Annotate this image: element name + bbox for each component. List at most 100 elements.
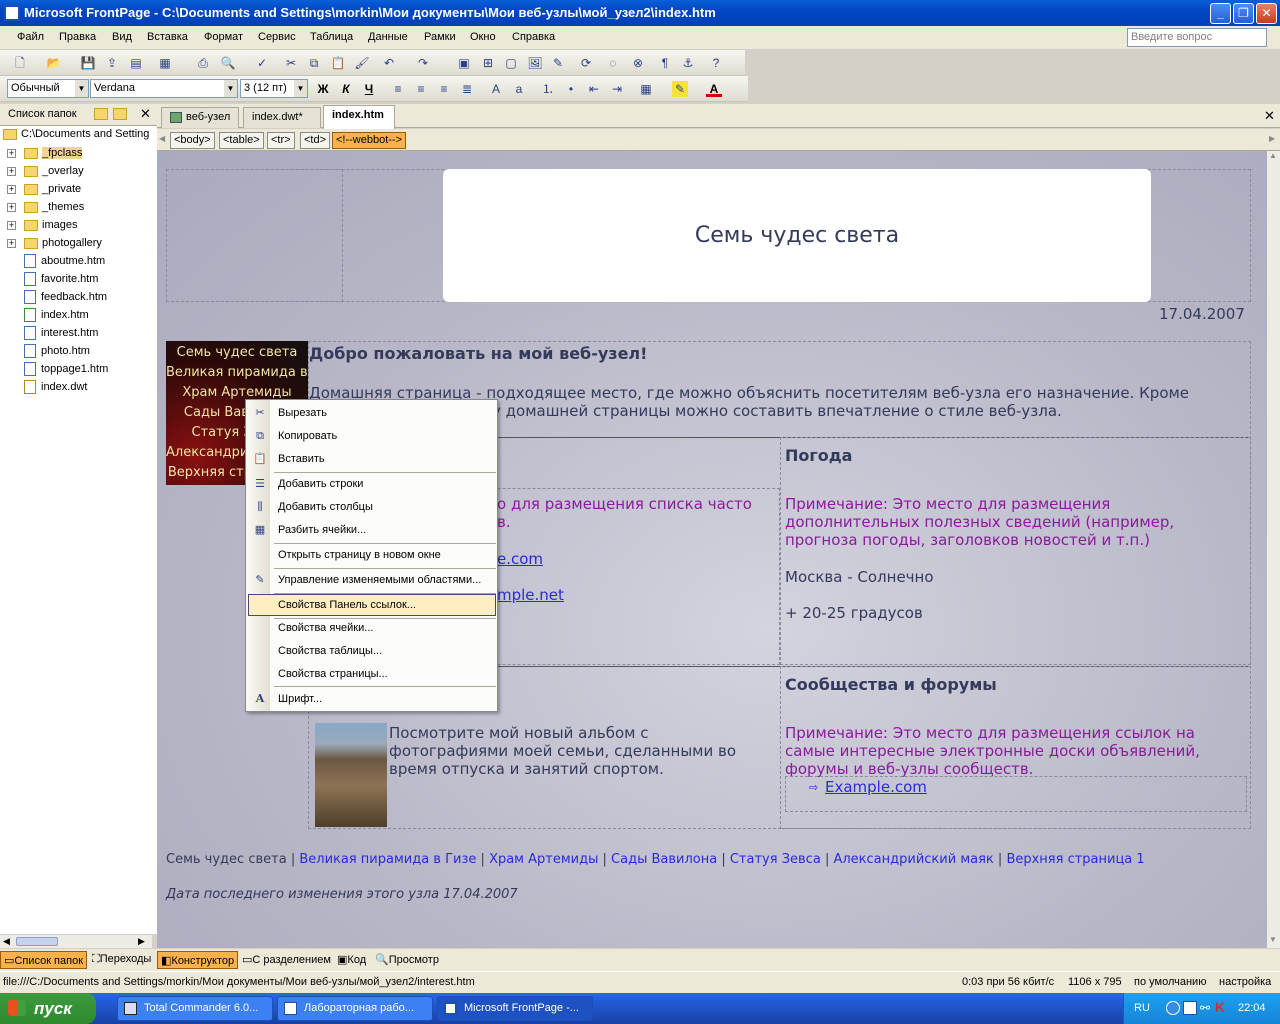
tree-folder-photogallery[interactable]: + photogallery (0, 235, 157, 253)
menu-page-properties[interactable]: Свойства страницы... (248, 663, 496, 685)
spelling-icon[interactable]: ✓ (254, 55, 270, 71)
status-custom[interactable]: настройка (1219, 976, 1271, 988)
tag-scroll-left-icon[interactable]: ◀ (159, 134, 165, 143)
size-combo[interactable]: 3 (12 пт) ▼ (240, 79, 308, 98)
tab-index-htm[interactable]: index.htm (323, 105, 395, 129)
menu-edit[interactable]: Правка (59, 31, 96, 43)
tree-folder-themes[interactable]: + _themes (0, 199, 157, 217)
nav-item[interactable]: Храм Артемиды (166, 385, 308, 400)
tree-file-index[interactable]: index.htm (0, 307, 89, 325)
tree-folder-images[interactable]: + images (0, 217, 157, 235)
menu-help[interactable]: Справка (512, 31, 555, 43)
open-icon[interactable]: 📂 (46, 55, 62, 71)
tag-td[interactable]: <td> (300, 132, 331, 149)
minimize-button[interactable]: _ (1210, 3, 1231, 24)
menu-cell-properties[interactable]: Свойства ячейки... (248, 617, 496, 639)
status-resolution[interactable]: 1106 x 795 (1068, 976, 1122, 988)
menu-format[interactable]: Формат (204, 31, 243, 43)
publish-icon[interactable]: ⇪ (104, 55, 120, 71)
tray-media-icon[interactable] (1183, 1001, 1197, 1015)
refresh-icon[interactable]: ⟳ (578, 55, 594, 71)
new-folder-icon[interactable] (94, 108, 108, 120)
menu-table-properties[interactable]: Свойства таблицы... (248, 640, 496, 662)
close-button[interactable]: ✕ (1256, 3, 1277, 24)
scroll-left-icon[interactable]: ◀ (3, 936, 10, 947)
tab-index-dwt[interactable]: index.dwt* (243, 107, 321, 128)
close-file-icon[interactable]: ⊗ (630, 55, 646, 71)
footer-nav-link[interactable]: Храм Артемиды (489, 852, 598, 867)
menu-editable-regions[interactable]: ✎ Управление изменяемыми областями... (248, 569, 496, 591)
tree-file-feedback[interactable]: feedback.htm (0, 289, 107, 307)
copy-icon[interactable]: ⧉ (306, 55, 322, 71)
footer-nav-link[interactable]: Александрийский маяк (833, 852, 993, 867)
tree-root[interactable]: C:\Documents and Setting (3, 126, 149, 144)
bold-button[interactable]: Ж (315, 81, 331, 97)
tree-file-toppage1[interactable]: toppage1.htm (0, 361, 108, 379)
preview-icon[interactable]: 🔍 (220, 55, 236, 71)
borders-icon[interactable]: ▦ (638, 81, 654, 97)
insert-layer-icon[interactable]: ▣ (456, 55, 472, 71)
tab-split[interactable]: ▭С разделением (239, 951, 334, 969)
tab-design[interactable]: ◧Конструктор (157, 951, 239, 969)
maximize-button[interactable]: ❐ (1233, 3, 1254, 24)
expand-icon[interactable]: + (7, 203, 16, 212)
menu-frames[interactable]: Рамки (424, 31, 456, 43)
decrease-indent-icon[interactable]: ⇤ (586, 81, 602, 97)
menu-table[interactable]: Таблица (310, 31, 353, 43)
menu-insert-columns[interactable]: ⫼ Добавить столбцы (248, 496, 496, 518)
tag-tr[interactable]: <tr> (267, 132, 295, 149)
start-button[interactable]: пуск (0, 993, 96, 1024)
menu-cut[interactable]: ✂ Вырезать (248, 402, 496, 424)
scroll-thumb[interactable] (16, 937, 58, 946)
cut-icon[interactable]: ✂ (283, 55, 299, 71)
tag-scroll-right-icon[interactable]: ▶ (1269, 134, 1275, 143)
expand-icon[interactable]: + (7, 221, 16, 230)
tree-file-favorite[interactable]: favorite.htm (0, 271, 98, 289)
language-indicator[interactable]: RU (1134, 1002, 1150, 1014)
tree-file-photo[interactable]: photo.htm (0, 343, 90, 361)
tree-file-interest[interactable]: interest.htm (0, 325, 98, 343)
tray-network-icon[interactable]: ⚯ (1200, 1001, 1210, 1015)
expand-icon[interactable]: + (7, 167, 16, 176)
font-combo[interactable]: Verdana ▼ (90, 79, 238, 98)
menu-view[interactable]: Вид (112, 31, 132, 43)
undo-icon[interactable]: ↶ (381, 55, 397, 71)
pilcrow-icon[interactable]: ¶ (657, 55, 673, 71)
page-scrollbar[interactable]: ▲ ▼ (1267, 151, 1280, 948)
tree-file-aboutme[interactable]: aboutme.htm (0, 253, 105, 271)
menu-data[interactable]: Данные (368, 31, 408, 43)
tab-navigation[interactable]: ⛶Переходы (89, 951, 154, 969)
menu-tools[interactable]: Сервис (258, 31, 296, 43)
web-component-icon[interactable]: ▦ (157, 55, 173, 71)
footer-nav-link[interactable]: Статуя Зевса (730, 852, 821, 867)
tab-website[interactable]: веб-узел (161, 107, 239, 128)
footer-nav-link[interactable]: Великая пирамида в Гизе (299, 852, 476, 867)
close-pane-icon[interactable]: ✕ (140, 106, 151, 122)
insert-picture-icon[interactable]: 🖼 (527, 55, 543, 71)
hyperlink-icon[interactable]: ⚓ (680, 55, 696, 71)
menu-paste[interactable]: 📋 Вставить (248, 448, 496, 470)
align-left-icon[interactable]: ≡ (390, 81, 406, 97)
tab-preview[interactable]: 🔍Просмотр (372, 951, 442, 969)
tag-body[interactable]: <body> (170, 132, 215, 149)
expand-icon[interactable]: + (7, 239, 16, 248)
tag-table[interactable]: <table> (219, 132, 264, 149)
help-icon[interactable]: ? (708, 55, 724, 71)
bullet-list-icon[interactable]: • (563, 81, 579, 97)
menu-split-cells[interactable]: ▦ Разбить ячейки... (248, 519, 496, 541)
scroll-down-icon[interactable]: ▼ (1269, 935, 1277, 944)
tree-folder-private[interactable]: + _private (0, 181, 157, 199)
footer-nav-link[interactable]: Сады Вавилона (611, 852, 717, 867)
forums-link[interactable]: Example.com (825, 778, 927, 796)
italic-button[interactable]: К (338, 81, 354, 97)
tab-folder-list[interactable]: ▭Список папок (0, 951, 88, 969)
align-center-icon[interactable]: ≡ (413, 81, 429, 97)
numbered-list-icon[interactable]: ⒈ (540, 81, 556, 97)
tree-file-dwt[interactable]: index.dwt (0, 379, 87, 397)
faq-link-2[interactable]: mple.net (497, 586, 564, 604)
drawing-icon[interactable]: ✎ (550, 55, 566, 71)
new-page-icon[interactable]: 🗋 (12, 55, 28, 71)
menu-insert[interactable]: Вставка (147, 31, 188, 43)
insert-table-icon[interactable]: ⊞ (480, 55, 496, 71)
tray-app-icon[interactable] (1166, 1001, 1180, 1015)
